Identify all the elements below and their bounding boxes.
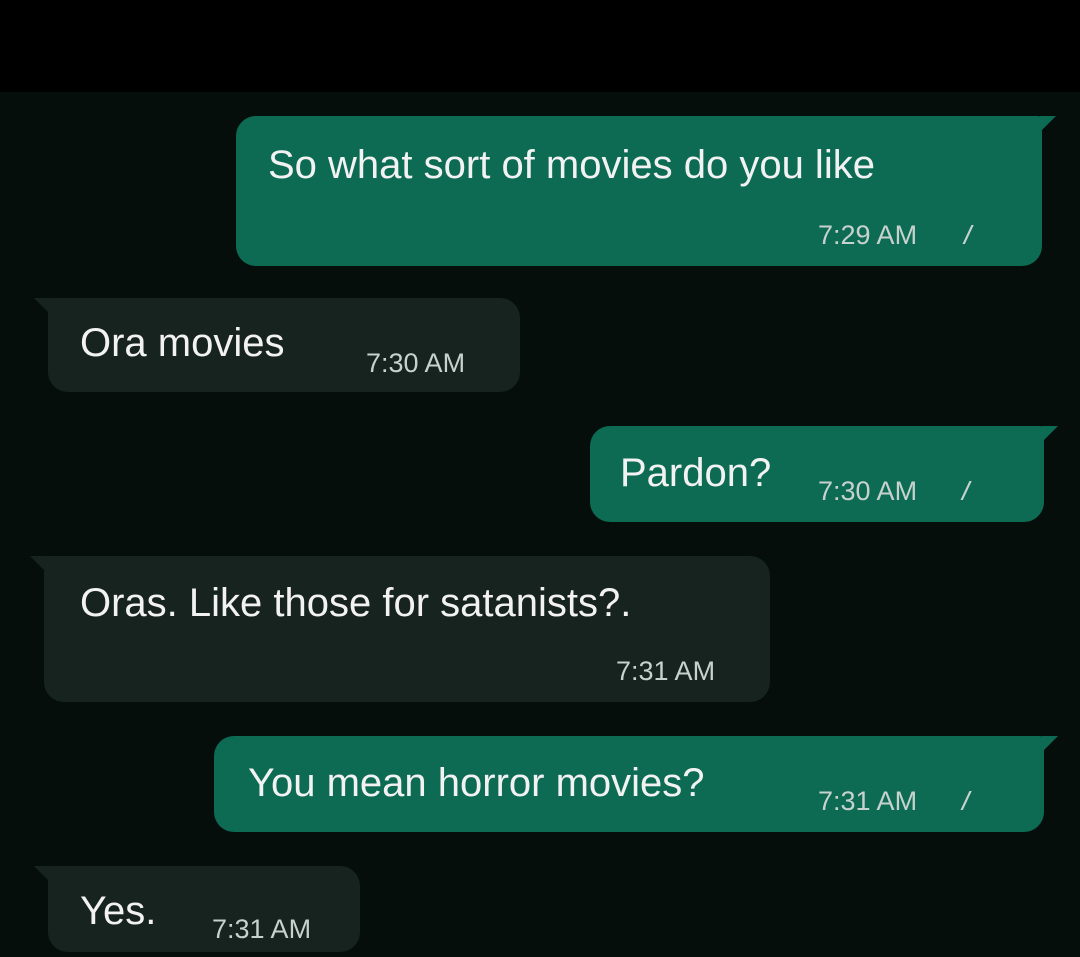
message-text: Ora movies [80,321,285,365]
message-bubble-outgoing[interactable]: You mean horror movies? 7:31 AM // [214,736,1058,832]
message-time: 7:31 AM [616,656,716,686]
message-text: So what sort of movies do you like [268,143,875,187]
message-text: Yes. [80,889,157,933]
message-text: You mean horror movies? [248,761,705,805]
message-text: Oras. Like those for satanists?. [80,581,632,625]
message-bubble-outgoing[interactable]: So what sort of movies do you like 7:29 … [236,116,1056,266]
message-bubble-incoming[interactable]: Yes. 7:31 AM [34,866,360,952]
message-bubble-incoming[interactable]: Oras. Like those for satanists?. 7:31 AM [30,556,770,702]
message-time: 7:30 AM [818,476,918,506]
message-time: 7:31 AM [212,914,312,944]
message-time: 7:29 AM [818,220,918,250]
message-bubble-outgoing[interactable]: Pardon? 7:30 AM // [590,426,1058,522]
message-bubble-incoming[interactable]: Ora movies 7:30 AM [34,298,520,392]
top-black-bar [0,0,1080,92]
message-time: 7:31 AM [818,786,918,816]
message-text: Pardon? [620,451,772,495]
message-time: 7:30 AM [366,348,466,378]
